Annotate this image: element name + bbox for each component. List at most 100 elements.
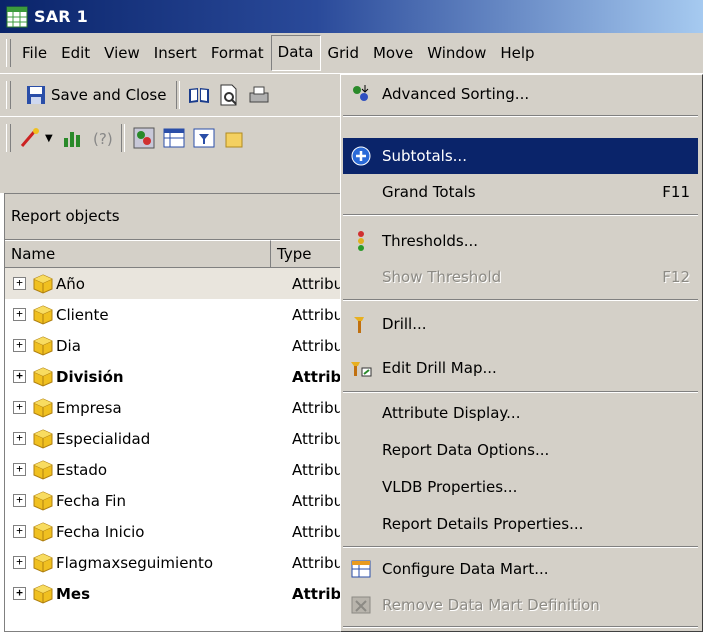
menu-item-report-details-properties[interactable]: Report Details Properties... [343,506,698,542]
item-name: Especialidad [56,429,151,448]
attribute-cube-icon [33,552,53,573]
menu-label-thresholds: Thresholds... [382,232,479,250]
attribute-cube-icon [33,397,53,418]
attribute-cube-icon [33,273,53,294]
toolbar-grip[interactable] [6,81,11,109]
drill-map-icon [348,355,374,381]
menu-item-edit-drill-map[interactable]: Edit Drill Map... [343,350,698,386]
item-name: Mes [56,584,91,603]
menubar-grip[interactable] [6,39,11,67]
floppy-disk-icon [27,86,45,104]
item-name: Año [56,274,85,293]
objects-icon[interactable] [132,126,156,150]
menu-separator [343,214,698,216]
menu-edit[interactable]: Edit [54,36,97,70]
dropdown-arrow-icon[interactable]: ▼ [45,133,53,144]
expand-icon[interactable]: + [13,432,26,445]
menu-insert[interactable]: Insert [147,36,204,70]
traffic-light-icon [348,228,374,254]
attribute-cube-icon [33,583,53,604]
menu-separator [343,391,698,393]
blank-icon [348,264,374,290]
data-menu-dropdown: Advanced Sorting... Subtotals... Grand T… [340,74,703,632]
menu-label-drill: Drill... [382,315,427,333]
menu-item-attribute-display[interactable]: Attribute Display... [343,395,698,431]
menu-separator [343,299,698,301]
blank-icon [348,179,374,205]
menu-label-edit-drill-map: Edit Drill Map... [382,359,497,377]
menu-format[interactable]: Format [204,36,271,70]
menu-data[interactable]: Data [270,35,321,71]
column-header-name[interactable]: Name [5,240,271,267]
attribute-cube-icon [33,366,53,387]
menu-item-thresholds[interactable]: Thresholds... [343,223,698,259]
expand-icon[interactable]: + [13,525,26,538]
expand-icon[interactable]: + [13,308,26,321]
attribute-cube-icon [33,335,53,356]
menu-label-attribute-display: Attribute Display... [382,404,521,422]
menu-window[interactable]: Window [420,36,493,70]
menu-item-drill[interactable]: Drill... [343,306,698,342]
blank-icon [348,400,374,426]
expand-icon[interactable]: + [13,587,26,600]
item-name: Fecha Inicio [56,522,145,541]
book-icon[interactable] [187,83,211,107]
menu-item-advanced-sorting[interactable]: Advanced Sorting... [343,76,698,112]
menu-separator [343,115,698,117]
menu-label-show-threshold: Show Threshold [382,268,502,286]
expand-icon[interactable]: + [13,494,26,507]
save-and-close-button[interactable]: Save and Close [15,80,172,110]
menu-view[interactable]: View [97,36,147,70]
sorting-icon [348,81,374,107]
menu-label-vldb-properties: VLDB Properties... [382,478,518,496]
shortcut-grand-totals: F11 [662,183,690,201]
attribute-cube-icon [33,304,53,325]
print-preview-icon[interactable] [217,83,241,107]
expand-icon[interactable]: + [13,370,26,383]
menu-label-report-data-options: Report Data Options... [382,441,550,459]
expand-icon[interactable]: + [13,401,26,414]
grid-view-icon[interactable] [162,126,186,150]
menu-file[interactable]: File [15,36,54,70]
attribute-cube-icon [33,459,53,480]
expand-icon[interactable]: + [13,556,26,569]
item-name: Empresa [56,398,122,417]
attribute-cube-icon [33,428,53,449]
menu-move[interactable]: Move [366,36,420,70]
expand-icon[interactable]: + [13,463,26,476]
wand-icon[interactable] [18,126,42,150]
chart-icon[interactable] [60,126,84,150]
attribute-cube-icon [33,490,53,511]
toolbar-separator-2 [120,124,125,152]
menu-item-remove-data-mart-definition[interactable]: Remove Data Mart Definition [343,587,698,623]
menu-grid[interactable]: Grid [321,36,366,70]
printer-icon[interactable] [247,83,271,107]
menu-item-grand-totals[interactable]: Grand Totals F11 [343,174,698,210]
note-icon[interactable] [222,126,246,150]
shortcut-show-threshold: F12 [662,268,690,286]
expand-icon[interactable]: + [13,339,26,352]
menu-item-configure-data-mart[interactable]: Configure Data Mart... [343,551,698,587]
plus-circle-icon [348,143,374,169]
menu-label-grand-totals: Grand Totals [382,183,476,201]
help-icon[interactable]: (?) [90,126,114,150]
item-name: Cliente [56,305,109,324]
remove-data-mart-icon [348,592,374,618]
data-mart-icon [348,556,374,582]
menu-item-subtotals[interactable]: Subtotals... [343,138,698,174]
filter-icon[interactable] [192,126,216,150]
toolbar-separator [176,81,181,109]
menu-label-subtotals: Subtotals... [382,147,467,165]
menu-item-report-data-options[interactable]: Report Data Options... [343,432,698,468]
menu-item-vldb-properties[interactable]: VLDB Properties... [343,469,698,505]
item-name: Flagmaxseguimiento [56,553,214,572]
menu-label-report-details-properties: Report Details Properties... [382,515,584,533]
menu-separator [343,626,698,628]
menu-item-show-threshold[interactable]: Show Threshold F12 [343,259,698,295]
item-name: Dia [56,336,81,355]
menu-help[interactable]: Help [493,36,541,70]
expand-icon[interactable]: + [13,277,26,290]
attribute-cube-icon [33,521,53,542]
toolbar-grip-2[interactable] [6,124,11,152]
title-bar: SAR 1 [0,0,703,33]
